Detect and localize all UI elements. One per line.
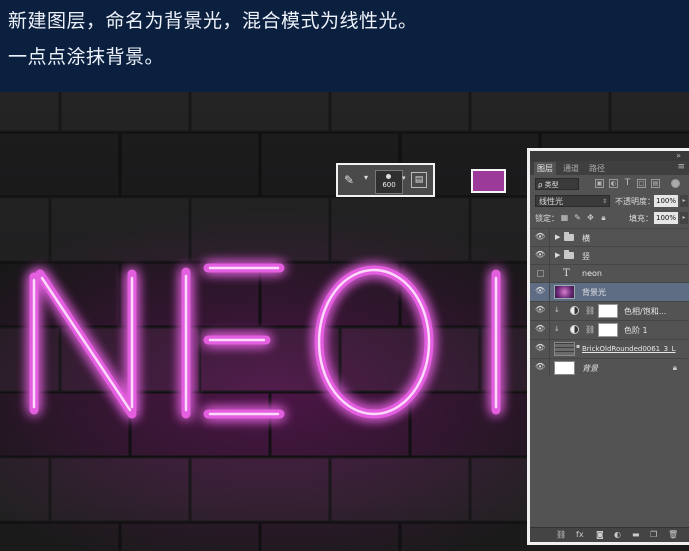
- layer-thumbnail: [554, 342, 575, 356]
- eye-icon[interactable]: 👁︎: [535, 363, 545, 371]
- layer-name: 色相/饱和...: [624, 307, 667, 316]
- opacity-arrow-icon[interactable]: ▸: [680, 195, 688, 207]
- lock-transparent-icon[interactable]: ▦: [560, 213, 569, 222]
- lock-pixels-icon[interactable]: ✎: [573, 213, 582, 222]
- layer-row-group-vertical[interactable]: 👁︎ ▶ 竖: [530, 246, 689, 264]
- layer-name: neon: [582, 269, 602, 278]
- eye-icon[interactable]: 👁︎: [535, 325, 545, 333]
- adjustment-filter-icon[interactable]: ◐: [609, 179, 618, 188]
- layer-filter-row: ρ 类型 ▣ ◐ T □ ▤: [533, 178, 685, 192]
- clipping-arrow-icon: ↓: [554, 306, 560, 314]
- eye-icon[interactable]: 👁︎: [535, 344, 545, 352]
- instruction-header: 新建图层，命名为背景光，混合模式为线性光。 一点点涂抹背景。: [0, 0, 689, 92]
- mask-icon[interactable]: ◙: [596, 530, 604, 539]
- layer-name: BrickOldRounded0061_3_L: [582, 345, 676, 353]
- chevron-down-icon: ⇕: [601, 198, 607, 205]
- smart-object-filter-icon[interactable]: ▤: [651, 179, 660, 188]
- folder-icon: [564, 232, 574, 241]
- layer-name: 色阶 1: [624, 326, 648, 335]
- collapse-icon[interactable]: »: [676, 151, 681, 161]
- link-icon[interactable]: ⛓︎: [556, 530, 566, 539]
- opacity-label: 不透明度：: [615, 197, 655, 206]
- blend-opacity-row: 线性光 ⇕ 不透明度： 100% ▸: [533, 195, 688, 209]
- tab-channels[interactable]: 通道: [560, 162, 582, 175]
- layer-row-text-neon[interactable]: T neon: [530, 264, 689, 282]
- lock-label: 锁定：: [535, 214, 559, 223]
- new-layer-icon[interactable]: ❐: [650, 530, 657, 539]
- panel-tabs: 图层 通道 路径 ≡: [530, 161, 689, 175]
- fill-input[interactable]: 100%: [654, 212, 678, 224]
- layer-name: 背景光: [582, 288, 606, 297]
- blend-mode-value: 线性光: [539, 197, 563, 206]
- layer-name: 竖: [582, 252, 590, 261]
- chevron-down-icon[interactable]: ▾: [364, 173, 368, 182]
- lock-all-icon[interactable]: 🔒︎: [599, 213, 608, 222]
- layers-list: 👁︎ ▶ 横 👁︎ ▶ 竖 T neon 👁︎ 背景光 👁︎ ↓ ⛓︎ 色相/饱…: [530, 228, 689, 377]
- foreground-color-swatch[interactable]: [471, 169, 506, 193]
- adjustment-layer-icon: [570, 325, 579, 334]
- instruction-line-1: 新建图层，命名为背景光，混合模式为线性光。: [8, 10, 418, 32]
- adjustment-icon[interactable]: ◐: [614, 530, 621, 539]
- blend-mode-select[interactable]: 线性光 ⇕: [535, 195, 610, 207]
- text-layer-icon: T: [563, 268, 570, 279]
- tab-paths[interactable]: 路径: [586, 162, 608, 175]
- layer-filter-select[interactable]: ρ 类型: [535, 178, 579, 190]
- visibility-off-box[interactable]: [537, 270, 544, 277]
- layer-row-background-glow[interactable]: 👁︎ 背景光: [530, 282, 689, 301]
- fill-label: 填充：: [629, 214, 653, 223]
- eye-icon[interactable]: 👁︎: [535, 251, 545, 259]
- instruction-line-2: 一点点涂抹背景。: [8, 46, 165, 68]
- fill-arrow-icon[interactable]: ▸: [680, 212, 688, 224]
- panel-title-bar[interactable]: »: [530, 151, 689, 161]
- lock-icon: 🔒︎: [672, 363, 677, 372]
- layer-row-group-horizontal[interactable]: 👁︎ ▶ 横: [530, 228, 689, 246]
- brush-size-value: 600: [382, 181, 396, 189]
- layer-mask-thumbnail[interactable]: [598, 323, 618, 337]
- layer-row-levels[interactable]: 👁︎ ↓ ⛓︎ 色阶 1: [530, 320, 689, 339]
- expand-arrow-icon[interactable]: ▶: [555, 251, 560, 259]
- link-icon[interactable]: ⛓︎: [585, 306, 595, 315]
- tab-layers[interactable]: 图层: [534, 162, 556, 175]
- eye-icon[interactable]: 👁︎: [535, 287, 545, 295]
- layers-panel: » 图层 通道 路径 ≡ ρ 类型 ▣ ◐ T □ ▤ 线性光 ⇕ 不透明度： …: [527, 148, 689, 545]
- image-filter-icon[interactable]: ▣: [595, 179, 604, 188]
- eye-icon[interactable]: 👁︎: [535, 233, 545, 241]
- brush-preset-picker[interactable]: 600: [375, 170, 403, 194]
- lock-position-icon[interactable]: ✥: [586, 213, 595, 222]
- layer-row-hue-saturation[interactable]: 👁︎ ↓ ⛓︎ 色相/饱和...: [530, 301, 689, 320]
- layer-row-brick-texture[interactable]: 👁︎ ▪ BrickOldRounded0061_3_L: [530, 339, 689, 358]
- brush-tip-icon: [386, 174, 391, 179]
- trash-icon[interactable]: 🗑︎: [668, 530, 678, 539]
- fx-icon[interactable]: fx: [576, 530, 584, 539]
- brush-icon[interactable]: ✎: [344, 172, 364, 188]
- layer-name: 背景: [582, 364, 598, 373]
- filter-toggle-icon[interactable]: [671, 179, 680, 188]
- adjustment-layer-icon: [570, 306, 579, 315]
- layer-thumbnail: [554, 361, 575, 375]
- type-filter-icon[interactable]: T: [623, 179, 632, 188]
- opacity-input[interactable]: 100%: [654, 195, 678, 207]
- eye-icon[interactable]: 👁︎: [535, 306, 545, 314]
- brush-panel-icon[interactable]: ▤: [411, 172, 427, 188]
- layer-thumbnail: [554, 285, 575, 299]
- expand-arrow-icon[interactable]: ▶: [555, 233, 560, 241]
- link-icon[interactable]: ⛓︎: [585, 325, 595, 334]
- brush-preset-arrow-icon[interactable]: ▾: [402, 174, 406, 182]
- layers-panel-footer: ⛓︎ fx ◙ ◐ ▬ ❐ 🗑︎: [530, 527, 689, 542]
- layer-mask-thumbnail[interactable]: [598, 304, 618, 318]
- layer-name: 横: [582, 234, 590, 243]
- folder-icon[interactable]: ▬: [632, 530, 640, 539]
- smart-object-badge-icon: ▪: [576, 343, 581, 350]
- lock-fill-row: 锁定： ▦ ✎ ✥ 🔒︎ 填充： 100% ▸: [533, 212, 688, 226]
- clipping-arrow-icon: ↓: [554, 325, 560, 333]
- brush-options-toolbar[interactable]: ✎ ▾ 600 ▾ ▤: [336, 163, 435, 197]
- layer-row-background[interactable]: 👁︎ 背景 🔒︎: [530, 358, 689, 377]
- folder-icon: [564, 250, 574, 259]
- panel-menu-icon[interactable]: ≡: [677, 162, 685, 172]
- shape-filter-icon[interactable]: □: [637, 179, 646, 188]
